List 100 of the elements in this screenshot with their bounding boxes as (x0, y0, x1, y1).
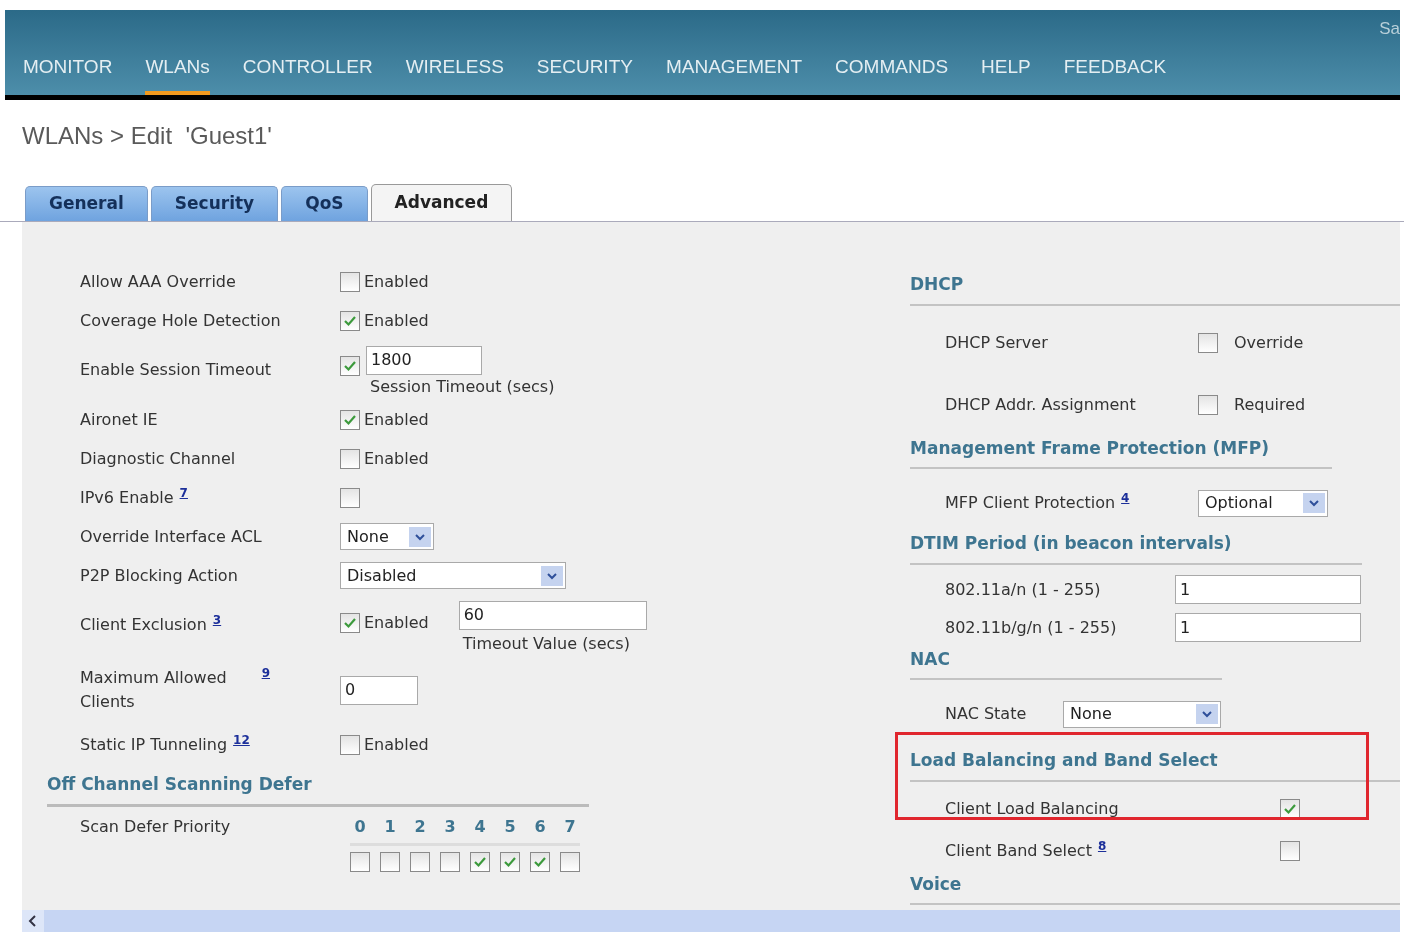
section-heading: Management Frame Protection (MFP) (910, 437, 1270, 458)
caption: Session Timeout (secs) (370, 375, 555, 398)
field-label: DHCP Addr. Assignment (945, 393, 1136, 416)
menu-item[interactable]: MONITOR (23, 52, 113, 95)
field-label: Client Exclusion (80, 614, 207, 636)
checkbox[interactable] (470, 851, 490, 872)
priority-number: 4 (473, 815, 487, 838)
page-title: WLANs > Edit 'Guest1' (22, 122, 272, 149)
checkbox[interactable] (340, 409, 360, 430)
menu-item[interactable]: WIRELESS (405, 52, 504, 95)
input-field[interactable]: 1800 (366, 345, 482, 375)
input-field[interactable]: 0 (340, 675, 418, 705)
field-label: Override Interface ACL (80, 525, 262, 548)
field-label: Client Load Balancing (945, 797, 1119, 820)
field-label: Enable Session Timeout (80, 359, 272, 381)
footnote-link[interactable]: 3 (212, 613, 222, 627)
horizontal-scrollbar[interactable] (22, 910, 1400, 932)
checkbox-label: Override (1234, 331, 1304, 354)
field-label: Coverage Hole Detection (80, 309, 281, 332)
input-field[interactable]: 1 (1175, 613, 1361, 642)
checkbox[interactable] (1198, 394, 1218, 415)
dropdown[interactable]: None (340, 523, 434, 550)
field-label: DHCP Server (945, 331, 1048, 354)
checkbox[interactable] (1280, 840, 1300, 861)
checkbox[interactable] (340, 271, 360, 292)
checkbox[interactable] (340, 612, 360, 633)
checkbox-label: Enabled (364, 309, 429, 332)
field-label: 802.11b/g/n (1 - 255) (945, 616, 1117, 639)
footnote-link[interactable]: 8 (1097, 838, 1107, 853)
checkbox[interactable] (380, 851, 400, 872)
field-label: Diagnostic Channel (80, 447, 236, 470)
menu-item[interactable]: SECURITY (536, 52, 633, 95)
checkbox[interactable] (340, 734, 360, 755)
chevron-down-icon (1303, 493, 1325, 513)
section-heading: Voice (910, 873, 962, 894)
section-heading: Off Channel Scanning Defer (47, 774, 312, 794)
priority-number: 2 (413, 815, 427, 838)
checkbox-label: Enabled (364, 408, 429, 431)
checkbox[interactable] (1198, 332, 1218, 353)
checkbox[interactable] (560, 851, 580, 872)
footnote-link[interactable]: 7 (179, 485, 188, 500)
checkbox[interactable] (340, 310, 360, 331)
input-field[interactable]: 60 (458, 600, 647, 630)
checkbox[interactable] (340, 448, 360, 469)
section-heading: DTIM Period (in beacon intervals) (910, 533, 1232, 553)
checkbox[interactable] (410, 851, 430, 872)
checkbox[interactable] (530, 851, 550, 872)
menu-item[interactable]: WLANs (145, 52, 210, 95)
checkbox[interactable] (500, 851, 520, 872)
priority-number: 7 (563, 815, 577, 838)
menu-item[interactable]: CONTROLLER (242, 52, 373, 95)
field-label: Maximum Allowed Clients (80, 667, 228, 713)
header-text: Sa (1379, 18, 1400, 40)
menu-item[interactable]: HELP (981, 52, 1031, 95)
checkbox-label: Required (1234, 393, 1306, 416)
footnote-link[interactable]: 9 (261, 666, 270, 680)
field-label: MFP Client Protection (945, 492, 1116, 514)
priority-number: 1 (383, 815, 397, 838)
menu-item[interactable]: MANAGEMENT (665, 52, 803, 95)
checkbox[interactable] (340, 355, 360, 376)
dropdown[interactable]: None (1063, 700, 1221, 728)
field-label: Allow AAA Override (80, 270, 236, 293)
checkbox[interactable] (1280, 798, 1300, 819)
dropdown[interactable]: Disabled (340, 562, 566, 589)
tab[interactable]: General (25, 186, 148, 221)
priority-number: 5 (503, 815, 517, 838)
field-label: Scan Defer Priority (80, 815, 232, 838)
field-label: IPv6 Enable (80, 486, 174, 509)
checkbox-label: Enabled (364, 270, 429, 293)
checkbox[interactable] (350, 851, 370, 872)
section-heading: Load Balancing and Band Select (910, 750, 1218, 770)
checkbox-label: Enabled (364, 611, 429, 634)
menu-item[interactable]: FEEDBACK (1063, 52, 1167, 95)
checkbox[interactable] (340, 487, 360, 508)
dropdown[interactable]: Optional (1198, 489, 1328, 517)
chevron-down-icon (409, 526, 431, 547)
field-label: P2P Blocking Action (80, 564, 238, 587)
caption: Timeout Value (secs) (462, 632, 631, 655)
checkbox-label: Enabled (364, 733, 429, 756)
checkbox-label: Enabled (364, 447, 429, 470)
menu-item[interactable]: COMMANDS (835, 52, 949, 95)
footnote-link[interactable]: 12 (233, 732, 250, 747)
priority-number: 0 (353, 815, 367, 838)
section-heading: NAC (910, 648, 950, 669)
field-label: Client Band Select (945, 839, 1092, 862)
input-field[interactable]: 1 (1175, 575, 1361, 604)
priority-number: 3 (443, 815, 457, 838)
chevron-down-icon (541, 565, 563, 586)
field-label: Static IP Tunneling (80, 733, 228, 756)
priority-number: 6 (533, 815, 547, 838)
tab[interactable]: Security (150, 186, 279, 221)
field-label: NAC State (945, 703, 1027, 725)
field-label: Aironet IE (80, 408, 158, 431)
tab[interactable]: QoS (281, 186, 368, 221)
checkbox[interactable] (440, 851, 460, 872)
scroll-left-icon[interactable] (22, 910, 44, 932)
section-heading: DHCP (910, 274, 964, 294)
tab[interactable]: Advanced (370, 184, 513, 221)
chevron-down-icon (1196, 704, 1218, 724)
footnote-link[interactable]: 4 (1121, 491, 1130, 505)
